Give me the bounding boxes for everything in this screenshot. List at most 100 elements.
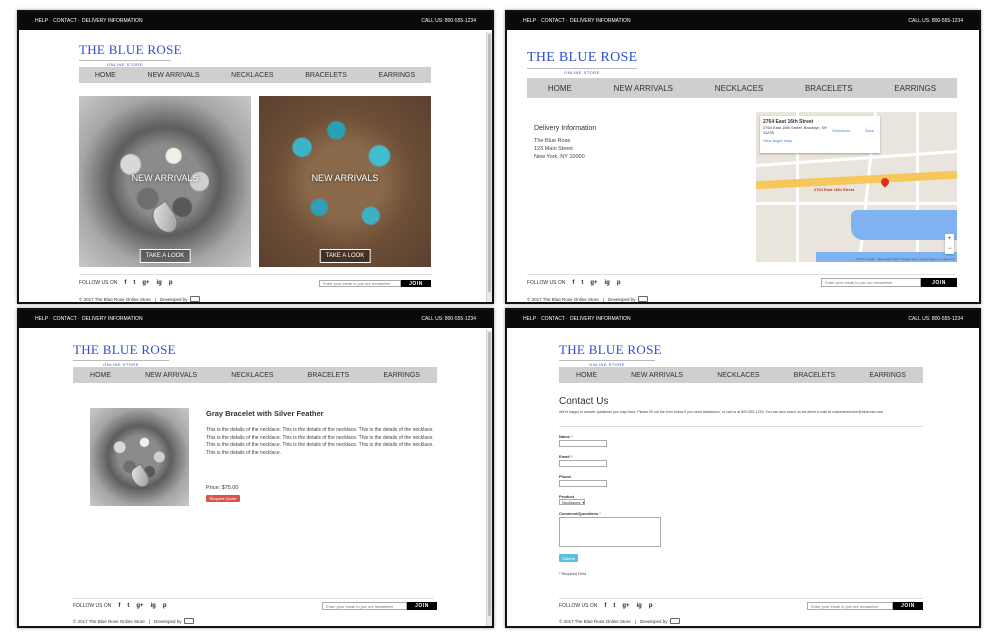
newsletter-form: JOIN [319,280,431,287]
nav-necklaces[interactable]: NECKLACES [717,372,759,379]
map-zoom-control[interactable]: + − [945,234,954,254]
take-a-look-button[interactable]: TAKE A LOOK [319,249,371,263]
pinterest-icon[interactable]: p [163,603,167,609]
delivery-link[interactable]: DELIVERY INFORMATION [570,18,631,24]
nav-necklaces[interactable]: NECKLACES [231,72,273,79]
nav-bracelets[interactable]: BRACELETS [794,372,836,379]
newsletter-email-input[interactable] [319,280,401,287]
facebook-icon[interactable]: f [572,280,574,286]
promo-bracelet-image[interactable]: NEW ARRIVALS TAKE A LOOK [79,96,251,267]
facebook-icon[interactable]: f [604,603,606,609]
chevron-down-icon: ▾ [582,499,585,505]
store-logo[interactable]: THE BLUE ROSE ONLINE STORE [73,342,176,367]
delivery-link[interactable]: DELIVERY INFORMATION [82,18,143,24]
directions-link[interactable]: Directions [832,128,850,133]
map-attribution: ©2017 Google · Map data ©2017 Google Ter… [855,257,955,261]
nav-new-arrivals[interactable]: NEW ARRIVALS [148,72,200,79]
twitter-icon[interactable]: t [133,280,135,286]
newsletter-email-input[interactable] [807,602,893,610]
developer-logo-icon[interactable] [190,296,201,302]
zoom-out-icon[interactable]: − [945,244,954,254]
help-link[interactable]: HELP [523,18,536,24]
help-link[interactable]: HELP [35,316,48,322]
promo-necklace-image[interactable]: NEW ARRIVALS TAKE A LOOK [259,96,431,267]
nav-necklaces[interactable]: NECKLACES [715,84,763,93]
contact-link[interactable]: CONTACT [541,316,565,322]
contact-link[interactable]: CONTACT [53,18,77,24]
request-quote-button[interactable]: Request Quote [206,495,240,502]
scroll-thumb[interactable] [488,332,491,616]
delivery-link[interactable]: DELIVERY INFORMATION [570,316,631,322]
instagram-icon[interactable]: ig [157,280,162,286]
newsletter-form: JOIN [807,602,923,610]
instagram-icon[interactable]: ig [637,603,642,609]
pinterest-icon[interactable]: p [617,280,621,286]
nav-bracelets[interactable]: BRACELETS [308,372,350,379]
nav-home[interactable]: HOME [95,72,116,79]
save-link[interactable]: Save [865,128,874,133]
developer-logo-icon[interactable] [184,618,195,624]
google-map[interactable]: 2764 East 16th Street 2764 East 16th Str… [756,112,957,262]
store-logo[interactable]: THE BLUE ROSE ONLINE STORE [527,50,637,75]
zoom-in-icon[interactable]: + [945,234,954,244]
join-button[interactable]: JOIN [401,280,431,287]
join-button[interactable]: JOIN [921,278,957,287]
nav-earrings[interactable]: EARRINGS [383,372,420,379]
nav-new-arrivals[interactable]: NEW ARRIVALS [631,372,683,379]
twitter-icon[interactable]: t [581,280,583,286]
scrollbar[interactable] [486,330,492,626]
delivery-link[interactable]: DELIVERY INFORMATION [82,316,143,322]
store-logo[interactable]: THE BLUE ROSE ONLINE STORE [559,342,662,367]
nav-new-arrivals[interactable]: NEW ARRIVALS [614,84,673,93]
nav-home[interactable]: HOME [90,372,111,379]
googleplus-icon[interactable]: g+ [142,280,149,286]
nav-new-arrivals[interactable]: NEW ARRIVALS [145,372,197,379]
googleplus-icon[interactable]: g+ [136,603,143,609]
join-button[interactable]: JOIN [893,602,923,610]
store-logo[interactable]: THE BLUE ROSE ONLINE STORE [79,42,182,67]
scrollbar[interactable] [486,32,492,302]
help-link[interactable]: HELP [35,18,48,24]
pinterest-icon[interactable]: p [169,280,173,286]
join-button[interactable]: JOIN [407,602,437,610]
instagram-icon[interactable]: ig [605,280,610,286]
top-bar: HELP· CONTACT· DELIVERY INFORMATION CALL… [507,12,979,30]
take-a-look-button[interactable]: TAKE A LOOK [139,249,191,263]
facebook-icon[interactable]: f [124,280,126,286]
facebook-icon[interactable]: f [118,603,120,609]
contact-link[interactable]: CONTACT [53,316,77,322]
view-larger-map-link[interactable]: View larger map [763,138,877,143]
comment-textarea[interactable] [559,517,661,547]
nav-earrings[interactable]: EARRINGS [869,372,906,379]
nav-earrings[interactable]: EARRINGS [379,72,416,79]
instagram-icon[interactable]: ig [151,603,156,609]
nav-necklaces[interactable]: NECKLACES [231,372,273,379]
separator: | [154,296,156,302]
newsletter-email-input[interactable] [322,602,407,610]
product-image[interactable] [90,408,189,506]
googleplus-icon[interactable]: g+ [622,603,629,609]
nav-bracelets[interactable]: BRACELETS [805,84,853,93]
copyright-text: © 2017 The Blue Rose Online Store [559,618,631,624]
pinterest-icon[interactable]: p [649,603,653,609]
help-link[interactable]: HELP [523,316,536,322]
twitter-icon[interactable]: t [613,603,615,609]
contact-link[interactable]: CONTACT [541,18,565,24]
developer-logo-icon[interactable] [638,296,649,302]
scroll-thumb[interactable] [488,34,491,292]
logo-tagline: ONLINE STORE [559,360,655,367]
newsletter-email-input[interactable] [821,278,921,287]
submit-button[interactable]: Submit [559,554,578,562]
nav-home[interactable]: HOME [548,84,572,93]
twitter-icon[interactable]: t [127,603,129,609]
nav-bracelets[interactable]: BRACELETS [305,72,347,79]
email-label: Email * [559,454,572,459]
email-field[interactable] [559,460,607,467]
phone-field[interactable] [559,480,607,487]
developer-logo-icon[interactable] [670,618,681,624]
name-field[interactable] [559,440,607,447]
googleplus-icon[interactable]: g+ [590,280,597,286]
product-select[interactable]: Necklaces ▾ [559,499,585,505]
nav-home[interactable]: HOME [576,372,597,379]
nav-earrings[interactable]: EARRINGS [894,84,936,93]
